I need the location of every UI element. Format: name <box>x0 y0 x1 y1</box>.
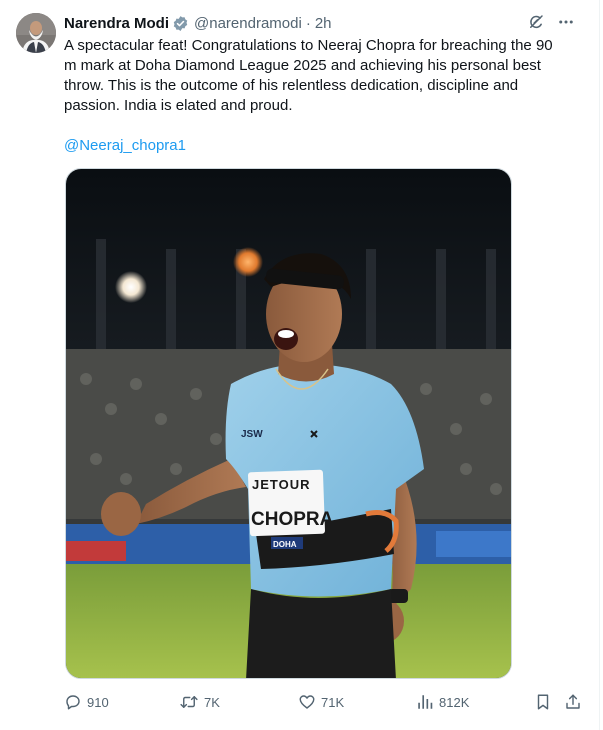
post-time[interactable]: 2h <box>315 15 332 32</box>
repost-icon <box>179 693 204 711</box>
like-count: 71K <box>321 694 345 710</box>
repost-count: 7K <box>204 694 220 710</box>
tweet-text: A spectacular feat! Congratulations to N… <box>64 37 553 114</box>
bookmark-icon <box>534 693 557 711</box>
action-bar: 910 7K 71K 812K <box>64 690 586 714</box>
separator-dot: · <box>305 14 311 32</box>
tweet-header: Narendra Modi @narendramodi · 2h <box>64 13 332 33</box>
shirt-logo: JSW <box>241 429 263 440</box>
reply-button[interactable]: 910 <box>64 690 109 714</box>
verified-badge-icon <box>172 15 189 32</box>
like-icon <box>298 693 321 711</box>
top-right-icons <box>527 13 575 31</box>
repost-button[interactable]: 7K <box>179 690 220 714</box>
views-count: 812K <box>439 694 470 710</box>
share-icon <box>564 693 587 711</box>
bib-sponsor: JETOUR <box>252 477 311 492</box>
bib-location: DOHA <box>273 540 297 549</box>
reply-count: 910 <box>87 694 109 710</box>
tweet-card[interactable]: Narendra Modi @narendramodi · 2h A spect… <box>0 0 600 730</box>
grok-icon[interactable] <box>527 13 545 31</box>
like-button[interactable]: 71K <box>298 690 344 714</box>
avatar[interactable] <box>16 13 56 53</box>
share-button[interactable] <box>564 690 587 714</box>
tweet-photo[interactable]: JSW JETOUR CHOPRA DOHA <box>65 168 512 679</box>
bib-name: CHOPRA <box>251 509 334 530</box>
author-name[interactable]: Narendra Modi <box>64 15 169 32</box>
views-icon <box>416 693 439 711</box>
views-button[interactable]: 812K <box>416 690 469 714</box>
reply-icon <box>64 693 87 711</box>
author-handle[interactable]: @narendramodi <box>194 15 302 32</box>
bookmark-button[interactable] <box>534 690 557 714</box>
mention-link[interactable]: @Neeraj_chopra1 <box>64 136 186 156</box>
more-icon[interactable] <box>557 13 575 31</box>
